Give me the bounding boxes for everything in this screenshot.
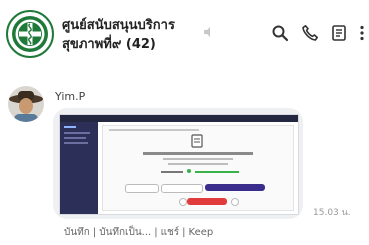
sender-avatar[interactable] <box>8 86 44 122</box>
search-icon[interactable] <box>271 24 289 42</box>
shared-screenshot-image[interactable] <box>59 114 299 215</box>
notes-icon[interactable] <box>330 24 348 42</box>
note-action-save-as[interactable]: บันทึกเป็น... <box>99 227 151 238</box>
message-timestamp: 15.03 น. <box>313 208 351 218</box>
mute-icon <box>204 27 210 37</box>
call-icon[interactable] <box>301 24 319 42</box>
screenshot-topbar <box>60 115 298 122</box>
note-action-keep[interactable]: Keep <box>189 227 214 238</box>
chat-title-line-1: ศูนย์สนับสนุนบริการ <box>62 18 175 33</box>
screenshot-sidebar <box>60 122 98 214</box>
divider: | <box>182 227 186 238</box>
divider: | <box>92 227 97 238</box>
note-action-share[interactable]: แชร์ <box>161 227 180 238</box>
document-icon <box>191 134 203 148</box>
user-photo-icon <box>8 86 44 122</box>
screenshot-red-button <box>187 198 227 205</box>
divider: | <box>154 227 158 238</box>
chat-header: ศูนย์สนับสนุนบริการ สุขภาพที่๙ (42) <box>0 0 369 72</box>
image-message-bubble[interactable] <box>53 108 303 219</box>
note-action-save[interactable]: บันทึก <box>64 227 90 238</box>
chat-title-line-2: สุขภาพที่๙ (42) <box>62 37 156 52</box>
chat-title[interactable]: ศูนย์สนับสนุนบริการ สุขภาพที่๙ (42) <box>62 16 175 54</box>
screenshot-primary-button <box>205 184 265 191</box>
health-emblem-icon <box>6 10 54 58</box>
more-vertical-icon[interactable] <box>353 24 369 42</box>
note-actions-bar: บันทึก | บันทึกเป็น... | แชร์ | Keep <box>64 225 213 240</box>
screenshot-panel <box>102 125 294 211</box>
sender-name: Yim.P <box>55 90 86 103</box>
group-avatar[interactable] <box>6 10 54 58</box>
